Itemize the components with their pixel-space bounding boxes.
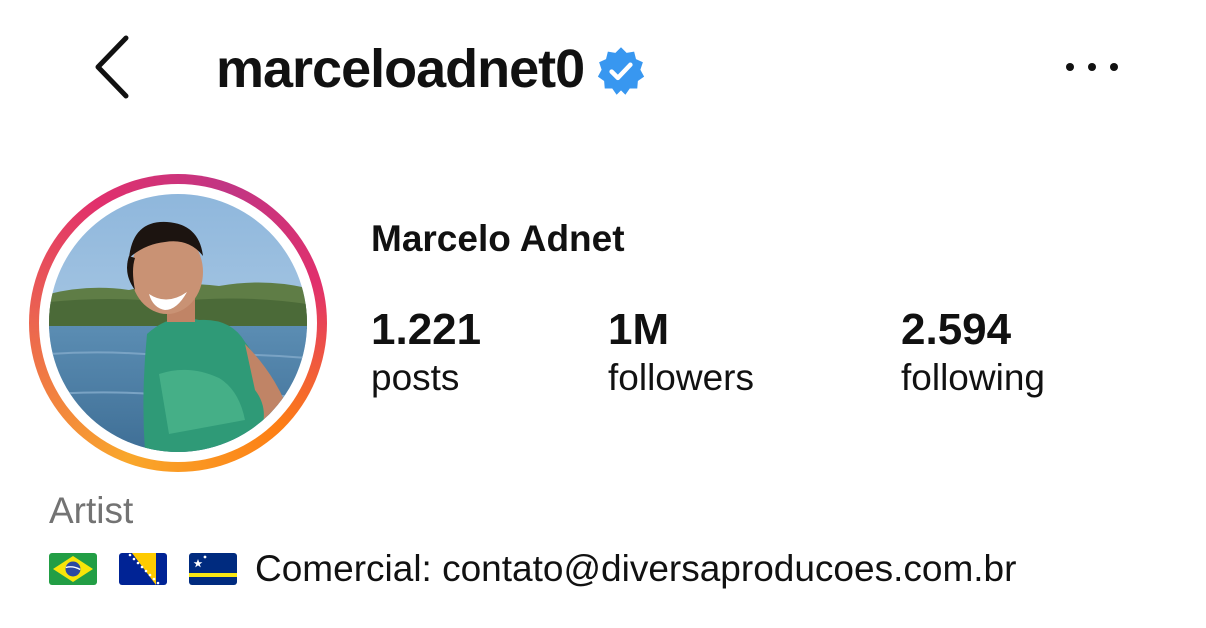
more-options-button[interactable]: [1062, 52, 1122, 82]
following-stat[interactable]: 2.594 following: [901, 304, 1045, 400]
more-horizontal-icon-dot: [1110, 63, 1118, 71]
more-horizontal-icon-dot: [1088, 63, 1096, 71]
verified-badge-icon: [598, 47, 645, 95]
avatar-photo: [49, 194, 307, 452]
posts-count: 1.221: [371, 305, 482, 354]
posts-label: posts: [371, 357, 460, 398]
avatar[interactable]: [49, 194, 307, 452]
bio-text: Comercial: contato@diversaproducoes.com.…: [255, 548, 1017, 589]
followers-count: 1M: [608, 305, 670, 354]
chevron-left-icon: [95, 35, 129, 99]
more-horizontal-icon: [1066, 63, 1074, 71]
username-title: marceloadnet0: [216, 34, 646, 104]
bosnia-flag-icon: [119, 553, 167, 585]
back-button[interactable]: [90, 32, 138, 102]
story-ring[interactable]: [29, 174, 327, 472]
brazil-flag-icon: [49, 553, 97, 585]
posts-stat[interactable]: 1.221 posts: [371, 304, 481, 400]
followers-stat[interactable]: 1M followers: [608, 304, 754, 400]
display-name: Marcelo Adnet: [371, 218, 625, 259]
curacao-flag-icon: [189, 553, 237, 585]
following-label: following: [901, 357, 1045, 398]
profile-header: marceloadnet0: [0, 0, 1206, 135]
bio-line: Comercial: contato@diversaproducoes.com.…: [49, 544, 1016, 594]
followers-label: followers: [608, 357, 754, 398]
username: marceloadnet0: [216, 39, 585, 99]
following-count: 2.594: [901, 305, 1012, 354]
profile-category: Artist: [49, 490, 134, 531]
